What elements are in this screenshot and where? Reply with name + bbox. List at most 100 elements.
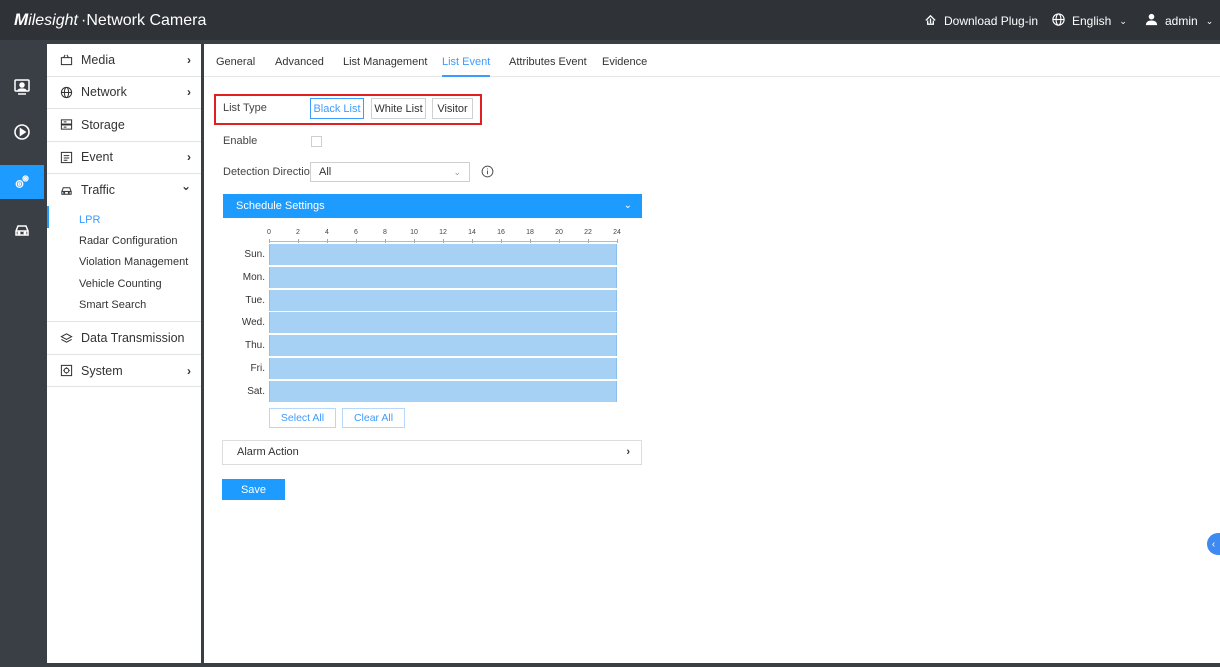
- event-icon: [59, 150, 73, 164]
- product-title: ·Network Camera: [80, 12, 207, 29]
- hour-label: 2: [296, 229, 300, 236]
- menu-item-label: Traffic: [81, 183, 116, 198]
- day-label: Thu.: [244, 340, 265, 352]
- hour-tick: [501, 239, 502, 243]
- chevron-right-icon: ›: [187, 150, 191, 165]
- save-button[interactable]: Save: [222, 479, 285, 500]
- detection-direction-label: Detection Direction: [223, 166, 316, 178]
- day-label: Tue.: [245, 294, 265, 306]
- chevron-right-icon: ›: [187, 85, 191, 100]
- rail-live-view[interactable]: [0, 70, 44, 104]
- hour-tick: [559, 239, 560, 243]
- list-type-label: List Type: [223, 102, 267, 114]
- user-menu[interactable]: admin ⌄: [1144, 12, 1213, 30]
- schedule-day-bar[interactable]: [269, 335, 617, 357]
- schedule-settings-title: Schedule Settings: [236, 200, 325, 212]
- submenu-item-lpr[interactable]: LPR: [47, 205, 201, 231]
- hour-label: 16: [497, 229, 505, 236]
- globe-icon: [1051, 12, 1066, 30]
- submenu-item-radar-configuration[interactable]: Radar Configuration: [47, 231, 201, 252]
- hour-label: 6: [354, 229, 358, 236]
- schedule-day-bar[interactable]: [269, 380, 617, 402]
- rail-vehicle[interactable]: [0, 213, 44, 247]
- submenu-item-violation-management[interactable]: Violation Management: [47, 252, 201, 273]
- schedule-day-bar[interactable]: [269, 358, 617, 379]
- alarm-action-row[interactable]: Alarm Action ›: [222, 440, 642, 465]
- car-icon: [59, 183, 73, 197]
- info-icon[interactable]: [481, 165, 494, 178]
- menu-item-label: System: [81, 363, 123, 378]
- tab-list-event[interactable]: List Event: [442, 56, 491, 77]
- hour-tick: [472, 239, 473, 243]
- list-type-visitor-button[interactable]: Visitor: [432, 98, 473, 119]
- chevron-down-icon: ⌄: [453, 167, 461, 177]
- menu-item-data-transmission[interactable]: Data Transmission: [47, 322, 201, 355]
- rail-playback[interactable]: [0, 115, 44, 149]
- tab-evidence[interactable]: Evidence: [602, 56, 647, 75]
- hour-label: 0: [267, 229, 271, 236]
- select-all-button[interactable]: Select All: [269, 408, 336, 428]
- hour-tick: [530, 239, 531, 243]
- menu-item-media[interactable]: Media ›: [47, 44, 201, 77]
- hour-label: 24: [613, 229, 621, 236]
- day-label: Fri.: [250, 363, 265, 374]
- download-plugin-button[interactable]: Download Plug-in: [923, 12, 1038, 30]
- tab-list-management[interactable]: List Management: [343, 56, 427, 75]
- hour-tick: [588, 239, 589, 243]
- day-label: Mon.: [242, 271, 265, 283]
- layers-icon: [59, 331, 73, 345]
- hour-label: 22: [584, 229, 592, 236]
- list-type-black-list-button[interactable]: Black List: [310, 98, 364, 119]
- hour-label: 14: [468, 229, 476, 236]
- submenu-item-smart-search[interactable]: Smart Search: [47, 295, 201, 316]
- language-label: English: [1072, 14, 1112, 28]
- chevron-down-icon: ⌄: [1205, 15, 1214, 26]
- menu-item-storage[interactable]: Storage: [47, 109, 201, 142]
- list-type-white-list-button[interactable]: White List: [371, 98, 426, 119]
- chevron-down-icon: ⌄: [180, 179, 191, 194]
- hour-tick: [356, 239, 357, 243]
- rail-settings[interactable]: [0, 165, 44, 199]
- enable-checkbox[interactable]: [311, 136, 322, 147]
- tab-advanced[interactable]: Advanced: [275, 56, 324, 75]
- hour-tick: [385, 239, 386, 243]
- schedule-day-bar[interactable]: [269, 244, 617, 265]
- schedule-grid: 0 2 4 6 8 10 12 14 16 18 20 22 24 Sun. Mon. Tue. Wed. Th…: [204, 229, 644, 404]
- menu-item-network[interactable]: Network ›: [47, 77, 201, 109]
- schedule-day-bar[interactable]: [269, 312, 617, 334]
- clear-all-button[interactable]: Clear All: [342, 408, 405, 428]
- traffic-submenu: LPR Radar Configuration Violation Manage…: [47, 205, 201, 323]
- tab-attributes-event[interactable]: Attributes Event: [509, 56, 587, 75]
- settings-icon: [15, 175, 29, 188]
- hour-tick: [327, 239, 328, 243]
- tab-general[interactable]: General: [216, 56, 255, 75]
- top-bar: Milesight ·Network Camera Download Plug-i…: [0, 0, 1220, 40]
- chevron-down-icon: ⌄: [1119, 15, 1127, 26]
- menu-item-label: Media: [81, 52, 116, 67]
- hour-label: 4: [325, 229, 329, 236]
- menu-item-label: Event: [81, 150, 113, 165]
- brand-logo: Milesight ·Network Camera: [14, 10, 206, 30]
- language-selector[interactable]: English ⌄: [1051, 12, 1127, 30]
- hour-label: 18: [526, 229, 534, 236]
- alarm-action-label: Alarm Action: [237, 446, 299, 458]
- system-icon: [59, 364, 73, 378]
- hour-label: 20: [555, 229, 563, 236]
- chevron-down-icon: ⌄: [623, 200, 632, 211]
- schedule-day-bar[interactable]: [269, 289, 617, 311]
- hour-tick: [443, 239, 444, 243]
- hour-tick: [617, 239, 618, 243]
- chevron-left-icon: ‹: [1211, 538, 1216, 550]
- chevron-right-icon: ›: [626, 446, 630, 458]
- detection-direction-select[interactable]: All ⌄: [310, 162, 470, 182]
- menu-item-event[interactable]: Event ›: [47, 142, 201, 174]
- menu-item-system[interactable]: System ›: [47, 355, 201, 388]
- submenu-item-vehicle-counting[interactable]: Vehicle Counting: [47, 274, 201, 295]
- schedule-day-bar[interactable]: [269, 266, 617, 288]
- day-label: Sun.: [244, 249, 265, 260]
- hour-label: 8: [383, 229, 387, 236]
- user-icon: [1144, 12, 1159, 30]
- menu-item-traffic[interactable]: Traffic ⌄: [47, 174, 201, 207]
- schedule-settings-header[interactable]: Schedule Settings ⌄: [223, 194, 642, 218]
- chevron-right-icon: ›: [187, 52, 191, 67]
